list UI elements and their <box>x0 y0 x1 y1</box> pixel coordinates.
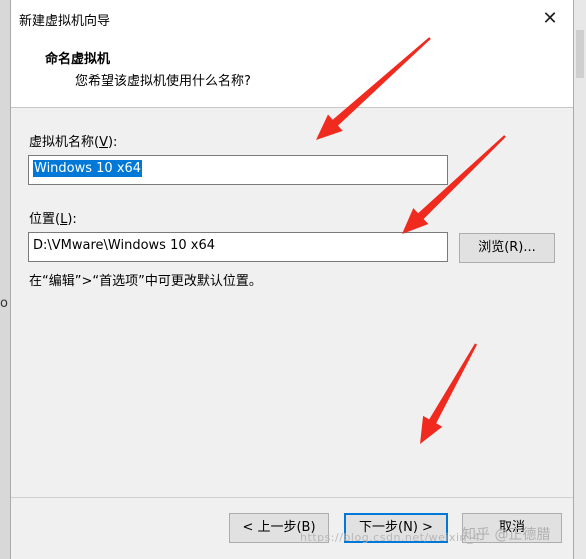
location-label: 位置(L): <box>29 212 77 227</box>
location-input[interactable]: D:\VMware\Windows 10 x64 <box>28 232 448 262</box>
csdn-watermark: https://blog.csdn.net/weixin_4 <box>300 531 481 544</box>
page-title: 命名虚拟机 <box>45 52 111 67</box>
wizard-header: 命名虚拟机 您希望该虚拟机使用什么名称? <box>11 38 573 108</box>
location-value: D:\VMware\Windows 10 x64 <box>33 238 215 253</box>
close-icon[interactable]: ✕ <box>537 6 563 32</box>
background-scrollbar <box>576 30 584 78</box>
location-hint: 在“编辑”>“首选项”中可更改默认位置。 <box>29 274 262 289</box>
zhihu-watermark: 知乎 @正德腊 <box>462 527 551 543</box>
window-title: 新建虚拟机向导 <box>19 14 111 29</box>
background-text-fragment: o <box>0 296 8 311</box>
new-vm-wizard-dialog: 新建虚拟机向导 ✕ 命名虚拟机 您希望该虚拟机使用什么名称? 虚拟机名称(V):… <box>10 0 574 559</box>
page-subtitle: 您希望该虚拟机使用什么名称? <box>75 74 251 89</box>
vm-name-input[interactable]: Windows 10 x64 <box>28 155 448 185</box>
vm-name-value: Windows 10 x64 <box>33 160 143 177</box>
background-window-right <box>574 0 586 559</box>
title-bar: 新建虚拟机向导 ✕ <box>11 0 573 38</box>
footer-divider <box>11 497 573 498</box>
vm-name-label: 虚拟机名称(V): <box>29 135 118 150</box>
background-window-left: o <box>0 0 10 559</box>
browse-button[interactable]: 浏览(R)... <box>459 233 555 263</box>
